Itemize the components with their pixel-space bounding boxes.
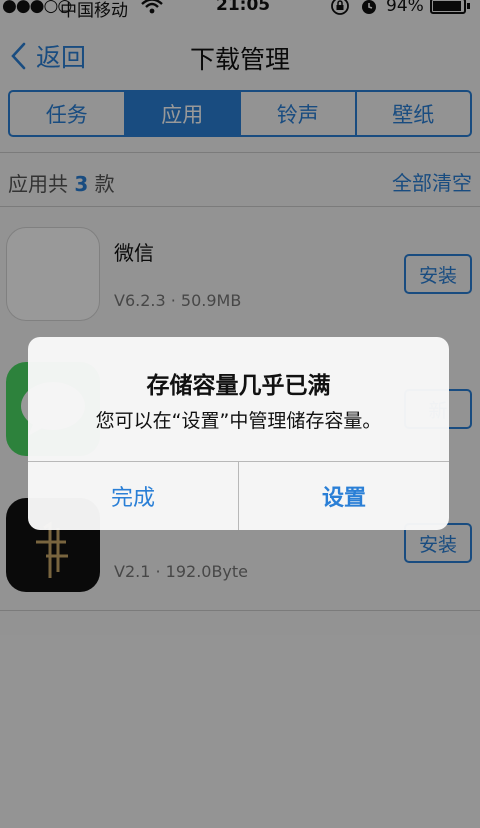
done-button[interactable]: 完成 xyxy=(28,462,238,530)
alert-title: 存储容量几乎已满 xyxy=(146,373,331,399)
settings-button[interactable]: 设置 xyxy=(239,462,449,530)
storage-alert-dialog: 存储容量几乎已满 您可以在“设置”中管理储存容量。 完成 设置 xyxy=(28,337,449,530)
alert-message: 您可以在“设置”中管理储存容量。 xyxy=(95,410,382,432)
